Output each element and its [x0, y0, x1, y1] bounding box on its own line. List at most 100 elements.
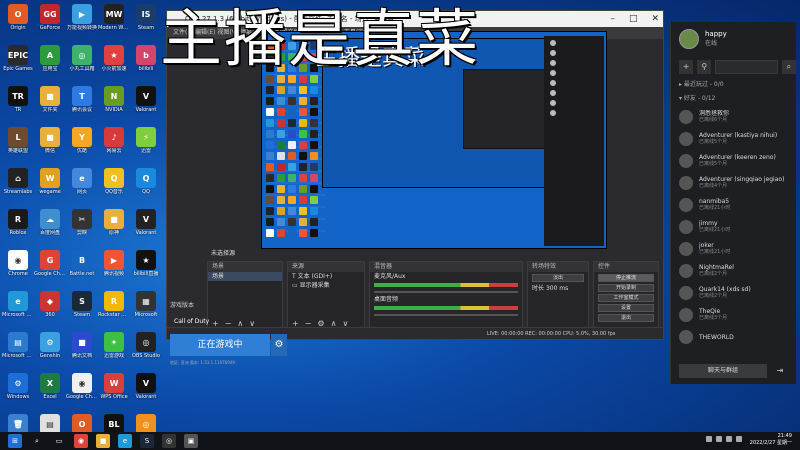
desktop-icon[interactable]: ★ 小火箭加速	[98, 43, 130, 84]
desktop-icon[interactable]: Q QQ	[130, 166, 162, 207]
clock[interactable]: 21:49 2022/2/27 星期一	[750, 433, 792, 447]
obs-icon[interactable]: ◎	[162, 434, 176, 448]
desktop-icon[interactable]: Wwegame	[34, 166, 66, 207]
desktop-icon[interactable]: ⚡ 迅雷	[130, 125, 162, 166]
chrome-icon[interactable]: ◉	[74, 434, 88, 448]
desktop-icon[interactable]: V Valorant	[130, 371, 162, 412]
desktop-icon[interactable]: ▶ 万能视频转换	[66, 2, 98, 43]
settings-button[interactable]: 设置	[598, 304, 654, 312]
desktop-icon[interactable]: ★ bilibili直播	[130, 248, 162, 289]
recent-section[interactable]: ▸ 最近玩过 - 0/0	[671, 78, 796, 92]
game-icon[interactable]: ▣	[184, 434, 198, 448]
desktop-icon[interactable]: V Valorant	[130, 84, 162, 125]
desktop-icon[interactable]: ◎ 小丸工具箱	[66, 43, 98, 84]
desktop-icon[interactable]: ⚙ Genshin	[34, 330, 66, 371]
desktop-icon[interactable]: TR TR	[2, 84, 34, 125]
desktop-icon[interactable]: N NVIDIA	[98, 84, 130, 125]
transition-select[interactable]: 淡出	[532, 274, 584, 282]
desktop-icon[interactable]: eMicrosoft Edge	[2, 289, 34, 330]
folder-icon[interactable]: ■	[96, 434, 110, 448]
start-recording-button[interactable]: 开始录制	[598, 284, 654, 292]
edge-icon[interactable]: e	[118, 434, 132, 448]
studio-mode-button[interactable]: 工作室模式	[598, 294, 654, 302]
desktop-icon[interactable]: ■ 原神	[98, 207, 130, 248]
user-header[interactable]: happy 在线	[671, 22, 796, 56]
desktop-icon[interactable]: ◎ OBS Studio	[130, 330, 162, 371]
user-status[interactable]: 在线	[705, 39, 727, 48]
desktop-icon[interactable]: ⚙ Windows	[2, 371, 34, 412]
desktop-icon[interactable]: ⌂ Streamlabs	[2, 166, 34, 207]
friend-item[interactable]: Quark14 (xds sd) 已离线2个月	[671, 282, 796, 304]
desktop-icon[interactable]: ▶ 腾讯视频	[98, 248, 130, 289]
desktop-icon[interactable]: S Steam	[66, 289, 98, 330]
desktop-icon[interactable]: GGoogle Chrome	[34, 248, 66, 289]
desktop-icon[interactable]: ■ 微信	[34, 125, 66, 166]
desktop-icon[interactable]: A 应用宝	[34, 43, 66, 84]
scene-item[interactable]: 场景	[208, 272, 282, 281]
friend-item[interactable]: nanmiba5 已离线21小时	[671, 194, 796, 216]
search-icon[interactable]: ⌕	[30, 434, 44, 448]
desktop-icon[interactable]: GG GeForce	[34, 2, 66, 43]
friends-section[interactable]: ▾ 好友 - 0/12	[671, 92, 796, 106]
avatar[interactable]	[679, 29, 699, 49]
desktop-icon[interactable]: e 网页	[66, 166, 98, 207]
desktop-icon[interactable]: IS Steam	[130, 2, 162, 43]
desktop-icon[interactable]: ☁ 百度网盘	[34, 207, 66, 248]
friend-item[interactable]: Adventurer (kastiya nihui) 已离线5个月	[671, 128, 796, 150]
maximize-icon[interactable]: □	[629, 11, 638, 27]
desktop-icon[interactable]: B Battle.net	[66, 248, 98, 289]
desktop-icon[interactable]: ✂ 剪映	[66, 207, 98, 248]
desktop-icon[interactable]: ■ 腾讯文档	[66, 330, 98, 371]
duration-input[interactable]: 300 ms	[546, 285, 568, 292]
volume-slider[interactable]	[374, 314, 518, 316]
desktop-icon[interactable]: ■ 文件夹	[34, 84, 66, 125]
desktop-icon[interactable]: EPIC Epic Games	[2, 43, 34, 84]
start-icon[interactable]: ⊞	[8, 434, 22, 448]
task-view-icon[interactable]: ▭	[52, 434, 66, 448]
desktop-icon[interactable]: R Roblox	[2, 207, 34, 248]
chat-groups-button[interactable]: 聊天与群组	[679, 364, 767, 378]
desktop-icon[interactable]: RRockstar Games	[98, 289, 130, 330]
friend-item[interactable]: joker 已离线21小时	[671, 238, 796, 260]
play-button[interactable]: 正在游戏中	[170, 334, 270, 356]
friend-item[interactable]: 洞悉拯救你 已离线6个月	[671, 106, 796, 128]
desktop-icon[interactable]: L 英雄联盟	[2, 125, 34, 166]
friend-item[interactable]: TheQie 已离线3个月	[671, 304, 796, 326]
add-group-icon[interactable]: ⚲	[697, 60, 712, 74]
desktop-icon[interactable]: OOrigin	[2, 2, 34, 43]
friend-item[interactable]: jimmy 已离线21小时	[671, 216, 796, 238]
search-icon[interactable]: ⌕	[781, 60, 796, 74]
desktop-icon[interactable]: ✦ 迅雷游戏	[98, 330, 130, 371]
close-icon[interactable]: ✕	[651, 11, 659, 27]
desktop-icon[interactable]: Y 优酷	[66, 125, 98, 166]
exit-button[interactable]: 退出	[598, 314, 654, 322]
collapse-icon[interactable]: ⇥	[773, 364, 787, 378]
desktop-icon[interactable]: Q QQ音乐	[98, 166, 130, 207]
desktop-icon[interactable]: ▦ Microsoft	[130, 289, 162, 330]
desktop-icon[interactable]: W WPS Office	[98, 371, 130, 412]
source-item[interactable]: T 文本 (GDI+)	[288, 272, 364, 281]
system-tray[interactable]	[706, 436, 742, 442]
friend-item[interactable]: NightmaRel 已离线2个月	[671, 260, 796, 282]
desktop-icon[interactable]: ◉ Chrome	[2, 248, 34, 289]
friend-item[interactable]: Adventurer (keeren zeno) 已离线5个月	[671, 150, 796, 172]
source-item[interactable]: ▭ 显示器采集	[288, 281, 364, 290]
desktop-icon[interactable]: b bilibili	[130, 43, 162, 84]
stop-streaming-button[interactable]: 停止推流	[598, 274, 654, 282]
desktop-icon[interactable]: V Valorant	[130, 207, 162, 248]
search-input[interactable]	[715, 60, 778, 74]
desktop-icon[interactable]: X Excel	[34, 371, 66, 412]
desktop-icon[interactable]: ◆ 360	[34, 289, 66, 330]
steam-icon[interactable]: S	[140, 434, 154, 448]
gear-icon[interactable]: ⚙	[271, 334, 287, 356]
friend-item[interactable]: THEWORLD	[671, 326, 796, 348]
desktop-icon[interactable]: ♪ 网易云	[98, 125, 130, 166]
desktop-icon[interactable]: ▤Microsoft Store	[2, 330, 34, 371]
desktop-icon[interactable]: MWModern Warfare	[98, 2, 130, 43]
minimize-icon[interactable]: –	[610, 11, 615, 27]
add-friend-icon[interactable]: +	[679, 60, 694, 74]
desktop-icon[interactable]: T 腾讯会议	[66, 84, 98, 125]
volume-slider[interactable]	[374, 291, 518, 293]
desktop-icon[interactable]: ◉Google Chrome	[66, 371, 98, 412]
friend-item[interactable]: Adventurer (singqiao jegiao) 已离线4个月	[671, 172, 796, 194]
